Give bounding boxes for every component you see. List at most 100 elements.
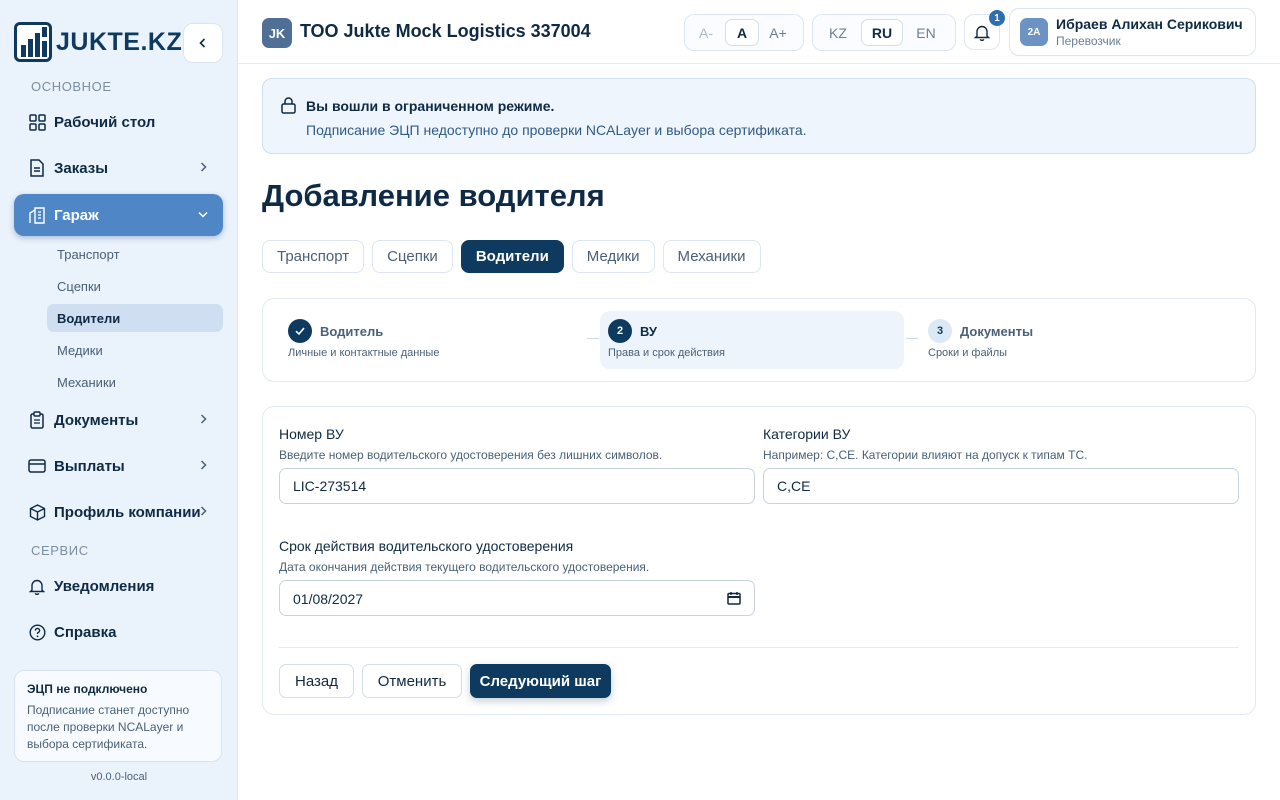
user-role: Перевозчик [1056,34,1121,48]
font-size-switcher: A- A A+ [684,14,804,51]
alert-text: Подписание ЭЦП недоступно до проверки NC… [306,122,807,138]
calendar-icon[interactable] [727,591,741,605]
chevron-right-icon [200,414,207,424]
sidebar: JUKTE.KZ ОСНОВНОЕ Рабочий стол Заказы Га… [0,0,238,800]
step-number: 3 [928,319,952,343]
license-expiry-hint: Дата окончания действия текущего водител… [279,560,650,574]
box-icon [28,503,46,521]
font-size-decrease-button[interactable]: A- [689,19,723,46]
notifications-count-badge: 1 [989,10,1005,26]
sidebar-item-label: Уведомления [54,577,155,595]
sidebar-item-garage[interactable]: Гараж [14,194,223,236]
sidebar-item-label: Профиль компании [54,503,201,521]
restricted-mode-alert: Вы вошли в ограниченном режиме. Подписан… [262,78,1256,154]
sidebar-item-company-profile[interactable]: Профиль компании [14,491,223,533]
bell-icon [28,577,46,595]
building-icon [28,206,46,224]
company-badge: JK [262,18,292,48]
sidebar-item-documents[interactable]: Документы [14,399,223,441]
ecp-status-card: ЭЦП не подключено Подписание станет дост… [14,670,222,762]
step-title: Водитель [320,324,384,339]
garage-tabs: Транспорт Сцепки Водители Медики Механик… [262,240,761,273]
license-expiry-date-input[interactable]: 01/08/2027 [279,580,755,616]
sidebar-item-label: Рабочий стол [54,113,156,131]
help-circle-icon [28,623,46,641]
cancel-button[interactable]: Отменить [362,664,462,698]
tab-drivers[interactable]: Водители [460,240,564,273]
lang-ru-button[interactable]: RU [861,19,903,46]
sidebar-subitem-medics[interactable]: Медики [47,336,223,364]
license-categories-input[interactable] [763,468,1239,504]
sidebar-subitem-mechanics[interactable]: Механики [47,368,223,396]
step-subtitle: Сроки и файлы [928,347,1008,359]
lang-kz-button[interactable]: KZ [817,19,859,46]
app-version: v0.0.0-local [90,771,148,783]
license-number-hint: Введите номер водительского удостоверени… [279,448,663,462]
chevron-down-icon [198,211,208,218]
license-form: Номер ВУ Введите номер водительского удо… [262,406,1256,715]
sidebar-item-orders[interactable]: Заказы [14,147,223,189]
user-name: Ибраев Алихан Серикович [1056,16,1243,32]
step-connector [906,338,918,339]
chevron-left-icon [199,38,206,48]
clipboard-icon [28,411,46,429]
company-name: ТОО Jukte Mock Logistics 337004 [300,21,591,41]
lock-icon [281,97,296,114]
license-categories-hint: Например: C,CE. Категории влияют на допу… [763,448,1088,462]
tab-trailers[interactable]: Сцепки [372,240,453,273]
license-expiry-label: Срок действия водительского удостоверени… [279,538,574,554]
chevron-right-icon [200,506,207,516]
sidebar-subitem-transport[interactable]: Транспорт [47,240,223,268]
check-icon [295,327,305,336]
alert-title: Вы вошли в ограниченном режиме. [306,98,555,114]
sidebar-item-label: Документы [54,411,139,429]
step-number: 2 [608,319,632,343]
sidebar-item-dashboard[interactable]: Рабочий стол [14,101,223,143]
chevron-right-icon [200,162,207,172]
collapse-sidebar-button[interactable] [183,23,223,63]
logo-icon [14,22,52,62]
step-title: Документы [960,324,1034,339]
license-number-label: Номер ВУ [279,426,344,442]
tab-medics[interactable]: Медики [571,240,655,273]
sidebar-subitem-drivers[interactable]: Водители [47,304,223,332]
wizard-stepper: Водитель Личные и контактные данные 2 ВУ… [262,298,1256,382]
ecp-status-title: ЭЦП не подключено [27,682,148,696]
next-step-button[interactable]: Следующий шаг [470,664,611,698]
notifications-button[interactable]: 1 [964,10,1005,50]
section-label-service: СЕРВИС [31,543,89,558]
sidebar-item-label: Заказы [54,159,109,177]
license-number-input[interactable] [279,468,755,504]
tab-mechanics[interactable]: Механики [662,240,761,273]
font-size-normal-button[interactable]: A [725,19,759,46]
step-license[interactable]: 2 ВУ Права и срок действия [600,311,904,369]
back-button[interactable]: Назад [279,664,354,698]
step-documents[interactable]: 3 Документы Сроки и файлы [920,311,1224,369]
sidebar-item-help[interactable]: Справка [14,611,223,653]
step-subtitle: Права и срок действия [608,347,726,359]
sidebar-item-label: Выплаты [54,457,125,475]
sidebar-item-label: Гараж [54,206,99,224]
credit-card-icon [28,457,46,475]
page-title: Добавление водителя [262,178,605,213]
lang-en-button[interactable]: EN [905,19,947,46]
top-header: JK ТОО Jukte Mock Logistics 337004 A- A … [238,0,1280,64]
sidebar-subitem-trailers[interactable]: Сцепки [47,272,223,300]
logo[interactable]: JUKTE.KZ [14,22,182,62]
section-label-main: ОСНОВНОЕ [31,79,112,94]
font-size-increase-button[interactable]: A+ [761,19,795,46]
step-driver[interactable]: Водитель Личные и контактные данные [280,311,580,369]
sidebar-item-payouts[interactable]: Выплаты [14,445,223,487]
tab-transport[interactable]: Транспорт [262,240,365,273]
chevron-right-icon [200,460,207,470]
file-icon [28,159,46,177]
language-switcher: KZ RU EN [812,14,956,51]
step-done-marker [288,319,312,343]
grid-icon [28,113,46,131]
sidebar-item-notifications[interactable]: Уведомления [14,565,223,607]
form-divider [279,647,1239,648]
sidebar-item-label: Справка [54,623,117,641]
logo-text: JUKTE.KZ [56,27,183,56]
user-menu[interactable]: 2A Ибраев Алихан Серикович Перевозчик [1009,8,1256,56]
step-title: ВУ [640,324,657,339]
